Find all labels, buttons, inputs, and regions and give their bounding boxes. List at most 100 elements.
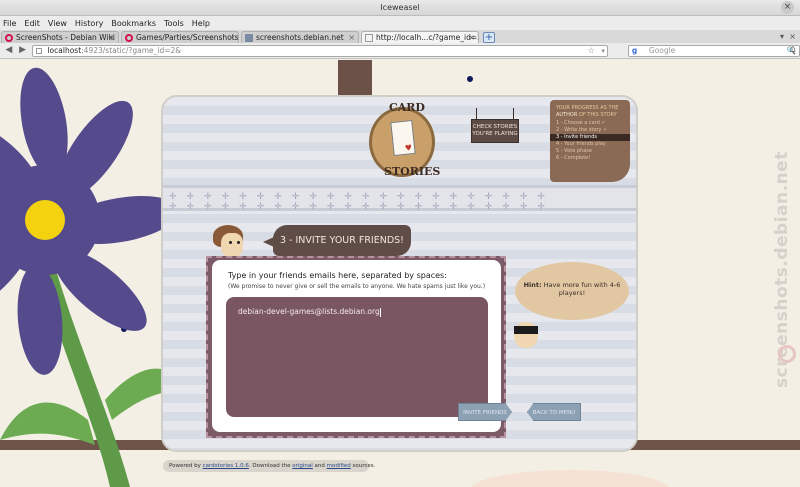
progress-step-current: 3 - Invite friends (550, 134, 630, 141)
progress-heading: YOUR PROGRESS AS THE AUTHOR OF THIS STOR… (556, 105, 624, 119)
watermark-logo (778, 345, 796, 363)
close-tab-icon[interactable]: × (789, 32, 796, 41)
tab-label: screenshots.debian.net (256, 33, 344, 42)
avatar-eye (237, 241, 240, 244)
tab-close-icon[interactable]: × (228, 33, 235, 42)
watermark-text: screenshots.debian.net (772, 151, 792, 389)
back-to-menu-label: BACK TO MENU (532, 410, 576, 416)
progress-step: 5 - Vote phase (556, 148, 592, 154)
invite-prompt: Type in your friends emails here, separa… (228, 271, 447, 280)
close-icon: × (783, 2, 792, 12)
wooden-pole (338, 60, 372, 100)
game-board: ✛✛✛✛✛✛✛✛✛✛✛✛✛✛✛✛✛✛✛✛✛✛ ✛✛✛✛✛✛✛✛✛✛✛✛✛✛✛✛✛… (161, 95, 638, 452)
character-mask (514, 326, 538, 334)
decor-dot (467, 76, 473, 82)
hint-text: Have more fun with 4-6 players! (543, 281, 621, 297)
blank-page-icon (365, 33, 373, 42)
invite-friends-label: INVITE FRIENDS (463, 410, 507, 416)
progress-step: 4 - Your friends play (556, 141, 606, 147)
debian-swirl-icon (5, 33, 13, 42)
menu-bar: File Edit View History Bookmarks Tools H… (0, 16, 800, 30)
menu-edit[interactable]: Edit (24, 19, 40, 28)
window-close-button[interactable]: × (781, 1, 794, 14)
page-content: screenshots.debian.net ✛✛✛✛✛✛✛✛✛✛✛✛✛✛✛✛✛… (0, 60, 800, 487)
progress-heading-pre: YOUR PROGRESS AS THE (556, 105, 619, 111)
hint-label: Hint: (523, 281, 542, 289)
window-titlebar: Iceweasel × (0, 0, 800, 16)
menu-file[interactable]: File (3, 19, 16, 28)
logo-word-stories: STORIES (384, 165, 441, 178)
back-icon[interactable]: ◀ (2, 44, 16, 57)
original-source-link[interactable]: original (292, 463, 313, 469)
tab-close-icon[interactable]: × (348, 33, 355, 42)
tab-games-parties[interactable]: Games/Parties/Screenshots ... × (121, 31, 239, 43)
card-icon (390, 119, 416, 157)
progress-panel: YOUR PROGRESS AS THE AUTHOR OF THIS STOR… (550, 100, 630, 182)
menu-help[interactable]: Help (192, 19, 210, 28)
google-icon[interactable]: g (632, 46, 637, 56)
url-host: localhost (47, 45, 82, 55)
tab-label: ScreenShots - Debian Wiki (16, 33, 115, 42)
url-dropdown-icon[interactable]: ▾ (601, 46, 605, 56)
progress-step: 1 - Choose a card ✓ (556, 120, 606, 126)
tab-localhost[interactable]: http://localh...c/?game_id=2& × (361, 31, 479, 43)
text-cursor (379, 307, 381, 317)
tab-label: Games/Parties/Screenshots ... (136, 33, 239, 42)
tab-list-icon[interactable]: ▾ (780, 32, 784, 41)
logo-word-card: CARD (389, 101, 425, 114)
invite-friends-button[interactable]: INVITE FRIENDS (458, 403, 512, 421)
search-input[interactable]: g Google 🔍 (627, 44, 800, 57)
hint-bubble: Hint: Have more fun with 4-6 players! (515, 262, 629, 320)
back-to-menu-button[interactable]: BACK TO MENU (527, 403, 581, 421)
bookmark-star-icon[interactable]: ☆ (588, 46, 595, 56)
menu-bookmarks[interactable]: Bookmarks (111, 19, 156, 28)
author-avatar (207, 225, 247, 259)
tab-close-icon[interactable]: × (468, 33, 475, 42)
footer-text: . Download the (248, 463, 291, 469)
tab-close-icon[interactable]: × (108, 33, 115, 42)
progress-step: 6 - Complete! (556, 155, 591, 161)
progress-step: 2 - Write the story ✓ (556, 127, 608, 133)
progress-heading-author: AUTHOR (556, 112, 578, 118)
footer-text: and (314, 463, 325, 469)
tab-label: http://localh...c/?game_id=2& (376, 33, 479, 42)
avatar-face (221, 233, 243, 257)
screenshot-icon (245, 33, 253, 42)
window-title: Iceweasel (380, 3, 420, 12)
separator-band: ✛✛✛✛✛✛✛✛✛✛✛✛✛✛✛✛✛✛✛✛✛✛ ✛✛✛✛✛✛✛✛✛✛✛✛✛✛✛✛✛… (163, 185, 636, 212)
url-path: :4923/static/?game_id=2& (81, 45, 182, 55)
invite-panel: Type in your friends emails here, separa… (212, 260, 501, 432)
flower-center (25, 200, 65, 240)
footer-text: Powered by (169, 463, 201, 469)
emails-textarea[interactable]: debian-devel-games@lists.debian.org ◢ (226, 297, 488, 417)
menu-history[interactable]: History (75, 19, 103, 28)
debian-swirl-icon (125, 33, 133, 42)
navigation-bar: ◀ ▶ localhost:4923/static/?game_id=2& ☆ … (0, 43, 800, 59)
cross-pattern: ✛✛✛✛✛✛✛✛✛✛✛✛✛✛✛✛✛✛✛✛✛✛ (169, 202, 555, 212)
forward-icon[interactable]: ▶ (16, 44, 30, 57)
menu-view[interactable]: View (48, 19, 67, 28)
footer-text: sources. (352, 463, 376, 469)
cross-pattern: ✛✛✛✛✛✛✛✛✛✛✛✛✛✛✛✛✛✛✛✛✛✛ (169, 192, 555, 202)
cardstories-link[interactable]: cardstories 1.0.6 (203, 463, 249, 469)
home-icon[interactable]: ⌂ (790, 44, 796, 55)
step-title: 3 - INVITE YOUR FRIENDS! (263, 225, 411, 256)
cardstories-logo: CARD STORIES (356, 101, 450, 183)
flower-leaf (0, 402, 95, 445)
emails-value: debian-devel-games@lists.debian.org (238, 307, 380, 316)
avatar-eye (229, 241, 232, 244)
menu-tools[interactable]: Tools (164, 19, 184, 28)
tab-screenshots-debian[interactable]: screenshots.debian.net × (241, 31, 359, 43)
tab-bar: ScreenShots - Debian Wiki × Games/Partie… (0, 30, 800, 43)
url-input[interactable]: localhost:4923/static/?game_id=2& ☆ ▾ (32, 44, 608, 57)
masked-character (512, 322, 542, 352)
page-icon (36, 47, 43, 54)
privacy-note: (We promise to never give or sell the em… (228, 283, 486, 290)
check-stories-button[interactable]: CHECK STORIES YOU'RE PLAYING (471, 108, 519, 143)
search-placeholder: Google (648, 45, 676, 55)
new-tab-button[interactable]: + (483, 32, 495, 43)
tab-debian-wiki[interactable]: ScreenShots - Debian Wiki × (1, 31, 119, 43)
modified-source-link[interactable]: modified (327, 463, 351, 469)
footer-bar: Powered by cardstories 1.0.6. Download t… (163, 460, 375, 472)
progress-heading-post: OF THIS STORY (578, 112, 617, 118)
